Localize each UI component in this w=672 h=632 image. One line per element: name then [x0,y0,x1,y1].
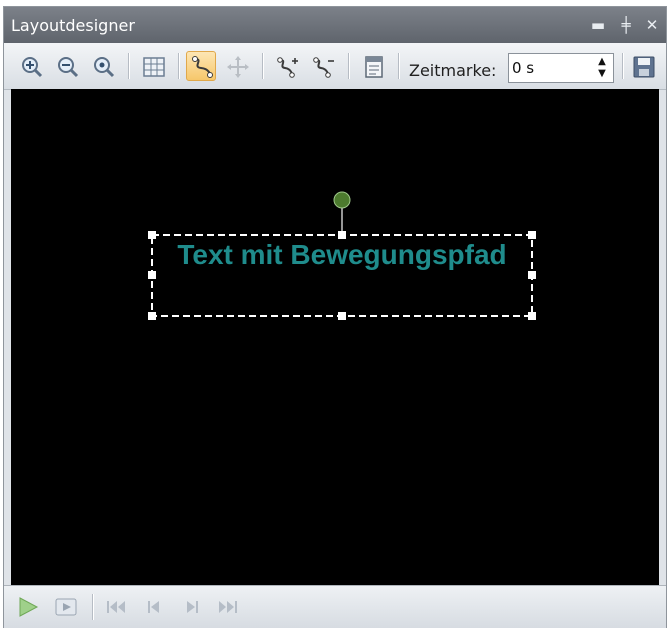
motion-path-icon [192,56,213,78]
preview-button[interactable] [54,595,78,619]
zoom-out-icon [58,57,79,78]
toolbar-separator [398,53,399,79]
resize-handle[interactable] [528,312,536,320]
remove-path-point-button[interactable] [308,51,338,81]
text-object[interactable]: Text mit Bewegungspfad [177,239,506,270]
timestamp-input[interactable] [512,57,582,79]
resize-handle[interactable] [338,312,346,320]
zoom-in-button[interactable] [16,51,46,81]
remove-point-icon [313,57,334,78]
toolbar-separator [262,53,263,79]
spin-up-icon[interactable]: ▲ [594,56,610,68]
pin-icon[interactable]: ╪ [616,15,636,35]
save-button[interactable] [628,51,658,81]
move-arrows-icon [227,56,249,78]
motion-path-button[interactable] [186,51,216,81]
properties-button[interactable] [358,51,388,81]
last-frame-icon [219,601,237,613]
title-bar[interactable]: Layoutdesigner ▬ ╪ ✕ [4,7,666,43]
close-icon[interactable]: ✕ [642,15,662,35]
preview-icon [55,598,77,616]
resize-handle[interactable] [148,312,156,320]
previous-frame-button[interactable] [142,595,166,619]
window-title: Layoutdesigner [11,16,135,35]
toolbar-separator [348,53,349,79]
add-path-point-button[interactable] [272,51,302,81]
grid-button[interactable] [138,51,168,81]
play-icon [19,597,39,617]
previous-frame-icon [148,601,159,613]
rotation-handle[interactable] [333,191,351,209]
last-frame-button[interactable] [216,595,240,619]
toolbar-separator [92,594,93,620]
grid-icon [143,57,165,77]
playback-bar [4,585,666,628]
timestamp-spinner[interactable]: ▲ ▼ [508,53,614,83]
save-icon [633,56,655,78]
zoom-out-button[interactable] [52,51,82,81]
add-point-icon [277,57,298,78]
next-frame-button[interactable] [180,595,204,619]
toolbar: Zeitmarke: ▲ ▼ [4,43,666,90]
minimize-icon[interactable]: ▬ [588,15,608,35]
layout-designer-window: Layoutdesigner ▬ ╪ ✕ Zeitmarke: 0 s ▲ ▼ … [3,6,667,628]
timestamp-label: Zeitmarke: [409,61,497,80]
resize-handle[interactable] [528,271,536,279]
toolbar-separator [622,53,623,79]
play-button[interactable] [16,595,40,619]
first-frame-button[interactable] [104,595,128,619]
first-frame-icon [107,601,125,613]
resize-handle[interactable] [148,231,156,239]
canvas-stage: Text mit Bewegungspfad [148,191,536,320]
resize-handle[interactable] [528,231,536,239]
zoom-in-icon [22,57,43,78]
zoom-reset-button[interactable] [88,51,118,81]
resize-handle[interactable] [338,231,346,239]
move-button[interactable] [222,51,252,81]
properties-icon [365,56,383,78]
toolbar-separator [178,53,179,79]
next-frame-icon [187,601,198,613]
design-canvas[interactable]: Text mit Bewegungspfad [11,89,659,585]
zoom-reset-icon [94,57,115,78]
resize-handle[interactable] [148,271,156,279]
toolbar-separator [128,53,129,79]
spin-down-icon[interactable]: ▼ [594,68,610,80]
